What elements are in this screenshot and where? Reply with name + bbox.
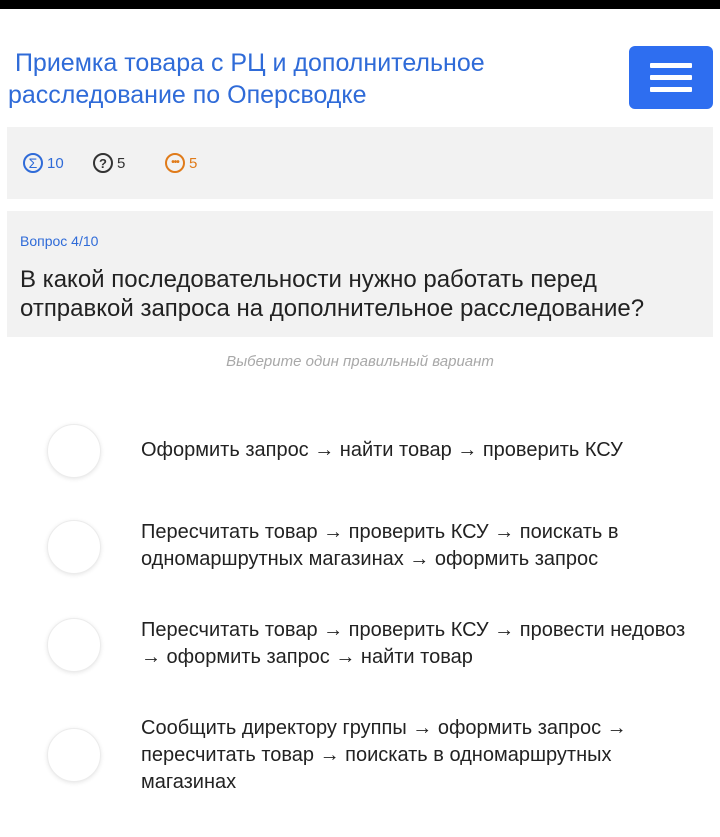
menu-bar-bottom [650, 87, 692, 92]
menu-button[interactable] [629, 46, 713, 109]
status-bar [0, 0, 720, 9]
stat-unknown-value: 5 [117, 154, 126, 172]
ellipsis-icon: ••• [165, 153, 185, 173]
answer-option-3[interactable]: Пересчитать товар → проверить КСУ → пров… [0, 617, 720, 673]
radio-button[interactable] [47, 520, 101, 574]
radio-button[interactable] [47, 424, 101, 478]
page-title: Приемка товара с РЦ и дополнительное рас… [8, 49, 485, 109]
answer-option-label: Пересчитать товар → проверить КСУ → поис… [141, 521, 619, 570]
header: Приемка товара с РЦ и дополнительное рас… [0, 9, 720, 119]
question-panel: Вопрос 4/10 В какой последовательности н… [7, 211, 713, 337]
radio-button[interactable] [47, 618, 101, 672]
answer-option-1[interactable]: Оформить запрос → найти товар → проверит… [0, 424, 720, 478]
stat-total: Σ 10 [23, 151, 64, 175]
radio-button[interactable] [47, 728, 101, 782]
question-icon: ? [93, 153, 113, 173]
stat-more: ••• 5 [165, 151, 197, 175]
answer-option-label: Пересчитать товар → проверить КСУ → пров… [141, 619, 686, 668]
answer-option-2[interactable]: Пересчитать товар → проверить КСУ → поис… [0, 519, 720, 575]
answer-hint: Выберите один правильный вариант [226, 353, 494, 370]
answer-option-4[interactable]: Сообщить директору группы → оформить зап… [0, 715, 720, 799]
question-number: Вопрос 4/10 [20, 233, 99, 249]
stat-more-value: 5 [189, 154, 198, 172]
answer-option-label: Сообщить директору группы → оформить зап… [141, 717, 627, 793]
stats-panel: Σ 10 ? 5 ••• 5 [7, 127, 713, 199]
sigma-icon: Σ [23, 153, 43, 173]
answer-option-label: Оформить запрос → найти товар → проверит… [141, 439, 623, 461]
menu-bar-middle [650, 75, 692, 80]
menu-bar-top [650, 63, 692, 68]
stat-total-value: 10 [47, 154, 64, 172]
stat-unknown: ? 5 [93, 151, 125, 175]
question-text: В какой последовательности нужно работат… [20, 266, 645, 322]
